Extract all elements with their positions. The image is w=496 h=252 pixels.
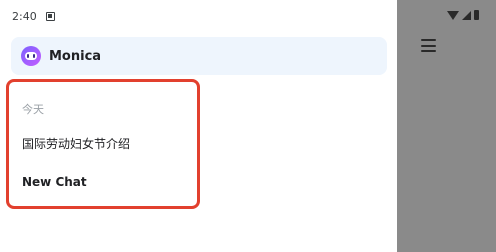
history-item[interactable]: 国际劳动妇女节介绍 <box>22 135 130 152</box>
battery-icon <box>474 10 479 20</box>
status-time: 2:40 <box>12 10 37 23</box>
signal-icon <box>462 10 471 20</box>
app-name: Monica <box>49 48 102 64</box>
chat-history-panel: 今天 国际劳动妇女节介绍 New Chat <box>6 79 200 209</box>
app-header-card[interactable]: Monica <box>11 37 387 75</box>
hamburger-menu-icon[interactable] <box>421 39 436 52</box>
notification-icon <box>46 12 55 21</box>
status-icons <box>447 10 479 20</box>
monica-logo-icon <box>21 46 41 66</box>
section-label-today: 今天 <box>22 103 44 116</box>
new-chat-item[interactable]: New Chat <box>22 175 87 189</box>
navigation-drawer: 2:40 Monica 今天 国际劳动妇女节介绍 New Chat <box>0 0 397 252</box>
wifi-icon <box>447 10 459 20</box>
drawer-scrim[interactable] <box>397 0 496 252</box>
